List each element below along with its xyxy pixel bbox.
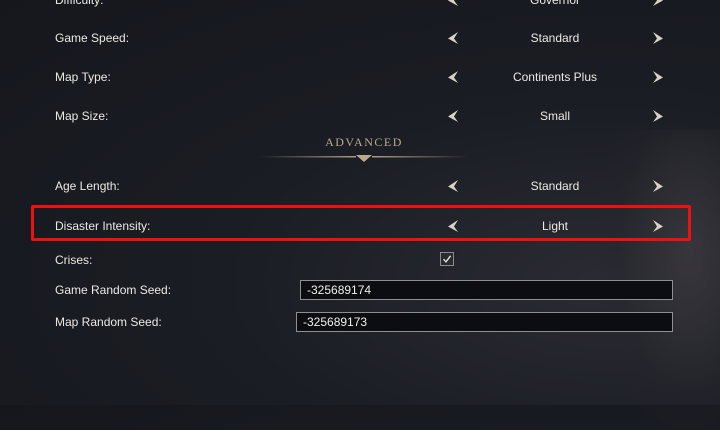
setting-row-age-length: Age Length: Standard (0, 171, 720, 201)
crises-label: Crises: (55, 253, 93, 267)
setting-row-map-random-seed: Map Random Seed: (0, 307, 720, 337)
game-speed-prev-arrow-icon[interactable] (445, 30, 461, 46)
check-icon (442, 255, 452, 263)
map-type-value: Continents Plus (512, 70, 598, 84)
advanced-section-header: ADVANCED (260, 132, 468, 166)
age-length-label: Age Length: (55, 179, 120, 193)
age-length-prev-arrow-icon[interactable] (445, 178, 461, 194)
setting-row-crises: Crises: (0, 245, 720, 275)
map-type-next-arrow-icon[interactable] (650, 69, 666, 85)
crises-checkbox[interactable] (440, 252, 454, 266)
game-speed-value: Standard (530, 31, 580, 45)
game-speed-next-arrow-icon[interactable] (650, 30, 666, 46)
map-size-label: Map Size: (55, 109, 109, 123)
age-length-value: Standard (530, 179, 580, 193)
difficulty-next-arrow-icon[interactable] (650, 0, 666, 8)
setting-row-map-type: Map Type: Continents Plus (0, 62, 720, 92)
setting-row-game-speed: Game Speed: Standard (0, 23, 720, 53)
setting-row-difficulty: Difficulty: Governor (0, 0, 720, 15)
advanced-section-title: ADVANCED (325, 135, 403, 149)
map-size-prev-arrow-icon[interactable] (445, 108, 461, 124)
game-speed-label: Game Speed: (55, 31, 130, 45)
map-type-label: Map Type: (55, 70, 111, 84)
map-random-seed-input[interactable] (296, 312, 673, 332)
game-random-seed-label: Game Random Seed: (55, 283, 172, 297)
difficulty-prev-arrow-icon[interactable] (445, 0, 461, 8)
section-divider-ornament-icon (260, 155, 468, 162)
map-size-next-arrow-icon[interactable] (650, 108, 666, 124)
difficulty-label: Difficulty: (55, 0, 104, 7)
game-random-seed-input[interactable] (300, 280, 673, 300)
age-length-next-arrow-icon[interactable] (650, 178, 666, 194)
map-type-prev-arrow-icon[interactable] (445, 69, 461, 85)
setting-row-map-size: Map Size: Small (0, 101, 720, 131)
difficulty-value: Governor (529, 0, 581, 7)
setting-row-game-random-seed: Game Random Seed: (0, 275, 720, 305)
map-random-seed-label: Map Random Seed: (55, 315, 162, 329)
map-size-value: Small (539, 109, 570, 123)
disaster-intensity-highlight-box (31, 205, 691, 241)
